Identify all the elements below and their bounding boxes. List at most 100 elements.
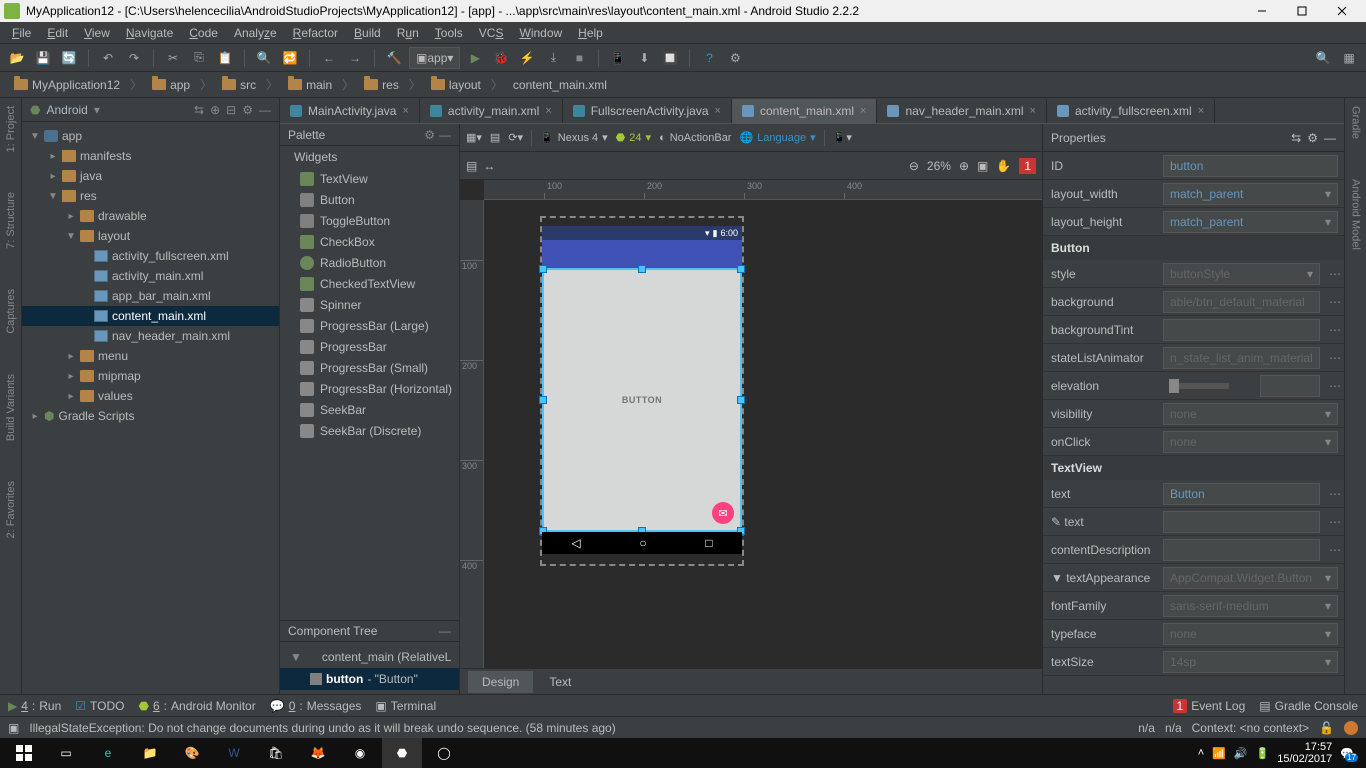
tool-event-log[interactable]: 1Event Log <box>1173 699 1246 713</box>
volume-icon[interactable]: 🔊 <box>1234 747 1248 760</box>
prop-visibility[interactable]: none <box>1163 403 1338 425</box>
properties-list[interactable]: IDbutton layout_widthmatch_parent layout… <box>1043 152 1344 694</box>
more-icon[interactable]: ⋯ <box>1326 295 1344 309</box>
status-encoding[interactable]: n/a <box>1138 721 1155 735</box>
gear-icon[interactable]: ⚙ <box>242 103 253 117</box>
prop-style[interactable]: buttonStyle <box>1163 263 1320 285</box>
locale-selector[interactable]: 🌐Language▾ <box>739 131 815 144</box>
menu-build[interactable]: Build <box>346 26 389 40</box>
tree-node-java[interactable]: ▸java <box>22 166 279 186</box>
component-tree[interactable]: ▼content_main (RelativeL button - "Butto… <box>280 642 459 694</box>
menu-refactor[interactable]: Refactor <box>285 26 346 40</box>
store-icon[interactable]: 🛍 <box>256 738 296 768</box>
rail-project[interactable]: 1: Project <box>5 106 17 152</box>
close-icon[interactable]: × <box>1198 105 1204 117</box>
editor-tab[interactable]: activity_fullscreen.xml× <box>1047 99 1215 123</box>
tab-text[interactable]: Text <box>535 671 585 693</box>
copy-icon[interactable]: ⎘ <box>188 47 210 69</box>
tree-file[interactable]: nav_header_main.xml <box>22 326 279 346</box>
run-config-selector[interactable]: ▣ app ▾ <box>409 47 460 69</box>
tool-terminal[interactable]: ▣Terminal <box>375 699 436 713</box>
zoom-fit-icon[interactable]: ▣ <box>977 159 988 173</box>
variant-icon[interactable]: 📱▾ <box>833 131 852 144</box>
api-selector[interactable]: ⬣24▾ <box>616 131 651 144</box>
collapse-icon[interactable]: ⊟ <box>226 103 236 117</box>
tool-gradle-console[interactable]: ▤Gradle Console <box>1259 699 1358 713</box>
redo-icon[interactable]: ↷ <box>123 47 145 69</box>
tree-node-res[interactable]: ▼res <box>22 186 279 206</box>
widget-progressbar-large[interactable]: ProgressBar (Large) <box>280 315 459 336</box>
notifications-icon[interactable]: 💬17 <box>1340 747 1354 760</box>
tree-node-drawable[interactable]: ▸drawable <box>22 206 279 226</box>
prop-onclick[interactable]: none <box>1163 431 1338 453</box>
editor-tab-active[interactable]: content_main.xml× <box>732 99 877 123</box>
ctree-hide-icon[interactable]: — <box>439 624 451 638</box>
menu-edit[interactable]: Edit <box>39 26 76 40</box>
tool-android-monitor[interactable]: ⬣6: Android Monitor <box>139 699 256 713</box>
widget-checkbox[interactable]: CheckBox <box>280 231 459 252</box>
ctree-root[interactable]: ▼content_main (RelativeL <box>280 646 459 668</box>
notification-balloon-icon[interactable] <box>1344 721 1358 735</box>
tree-node-mipmap[interactable]: ▸mipmap <box>22 366 279 386</box>
make-icon[interactable]: 🔨 <box>383 47 405 69</box>
more-icon[interactable]: ⋯ <box>1326 379 1344 393</box>
zoom-out-icon[interactable]: ⊖ <box>909 159 919 173</box>
hide-icon[interactable]: — <box>259 103 271 117</box>
breadcrumb[interactable]: layout <box>425 78 487 92</box>
close-icon[interactable]: × <box>860 105 866 117</box>
prop-id-value[interactable]: button <box>1163 155 1338 177</box>
tree-file[interactable]: activity_fullscreen.xml <box>22 246 279 266</box>
prop-text[interactable]: Button <box>1163 483 1320 505</box>
system-tray[interactable]: ˄ 📶 🔊 🔋 17:5715/02/2017 💬17 <box>1198 741 1362 765</box>
menu-navigate[interactable]: Navigate <box>118 26 181 40</box>
ctree-selected[interactable]: button - "Button" <box>280 668 459 690</box>
widget-progressbar-small[interactable]: ProgressBar (Small) <box>280 357 459 378</box>
props-hide-icon[interactable]: — <box>1324 131 1336 145</box>
taskbar-clock[interactable]: 17:5715/02/2017 <box>1277 741 1332 765</box>
rail-captures[interactable]: Captures <box>5 289 17 334</box>
breadcrumb[interactable]: MyApplication12 <box>8 78 126 92</box>
close-icon[interactable]: × <box>545 105 551 117</box>
rail-build-variants[interactable]: Build Variants <box>5 374 17 441</box>
menu-vcs[interactable]: VCS <box>471 26 512 40</box>
editor-tab[interactable]: FullscreenActivity.java× <box>563 99 732 123</box>
palette-toggle-icon[interactable]: ▤ <box>466 159 477 173</box>
android-studio-taskbar-icon[interactable]: ⬣ <box>382 738 422 768</box>
minimize-button[interactable] <box>1242 0 1282 22</box>
word-icon[interactable]: W <box>214 738 254 768</box>
rail-android-model[interactable]: Android Model <box>1350 179 1362 250</box>
breadcrumb[interactable]: app <box>146 78 196 92</box>
menu-run[interactable]: Run <box>389 26 427 40</box>
back-icon[interactable]: ← <box>318 47 340 69</box>
editor-tab[interactable]: activity_main.xml× <box>420 99 563 123</box>
more-icon[interactable]: ⋯ <box>1326 267 1344 281</box>
close-icon[interactable]: × <box>1030 105 1036 117</box>
widget-seekbar-discrete[interactable]: SeekBar (Discrete) <box>280 420 459 441</box>
tree-node-gradle[interactable]: ▸⬢Gradle Scripts <box>22 406 279 426</box>
more-icon[interactable]: ⋯ <box>1326 543 1344 557</box>
sync-icon[interactable]: 🔄 <box>58 47 80 69</box>
widget-progressbar-horizontal[interactable]: ProgressBar (Horizontal) <box>280 378 459 399</box>
menu-tools[interactable]: Tools <box>427 26 471 40</box>
prop-elevation-slider[interactable] <box>1163 375 1254 397</box>
menu-analyze[interactable]: Analyze <box>226 26 285 40</box>
more-icon[interactable]: ⋯ <box>1326 515 1344 529</box>
lock-icon[interactable]: 🔓 <box>1319 721 1334 735</box>
menu-code[interactable]: Code <box>181 26 226 40</box>
menu-help[interactable]: Help <box>570 26 611 40</box>
tree-node-manifests[interactable]: ▸manifests <box>22 146 279 166</box>
forward-icon[interactable]: → <box>344 47 366 69</box>
more-icon[interactable]: ⋯ <box>1326 487 1344 501</box>
prop-fontfamily[interactable]: sans-serif-medium <box>1163 595 1338 617</box>
pan-icon[interactable]: ✋ <box>996 159 1011 173</box>
settings-icon[interactable]: ⚙ <box>724 47 746 69</box>
close-icon[interactable]: × <box>715 105 721 117</box>
tree-node-layout[interactable]: ▼layout <box>22 226 279 246</box>
prop-contentdescription[interactable] <box>1163 539 1320 561</box>
widget-spinner[interactable]: Spinner <box>280 294 459 315</box>
layout-inspector-icon[interactable]: 🔲 <box>659 47 681 69</box>
prop-typeface[interactable]: none <box>1163 623 1338 645</box>
firefox-icon[interactable]: 🦊 <box>298 738 338 768</box>
zoom-in-icon[interactable]: ⊕ <box>959 159 969 173</box>
menu-window[interactable]: Window <box>511 26 570 40</box>
